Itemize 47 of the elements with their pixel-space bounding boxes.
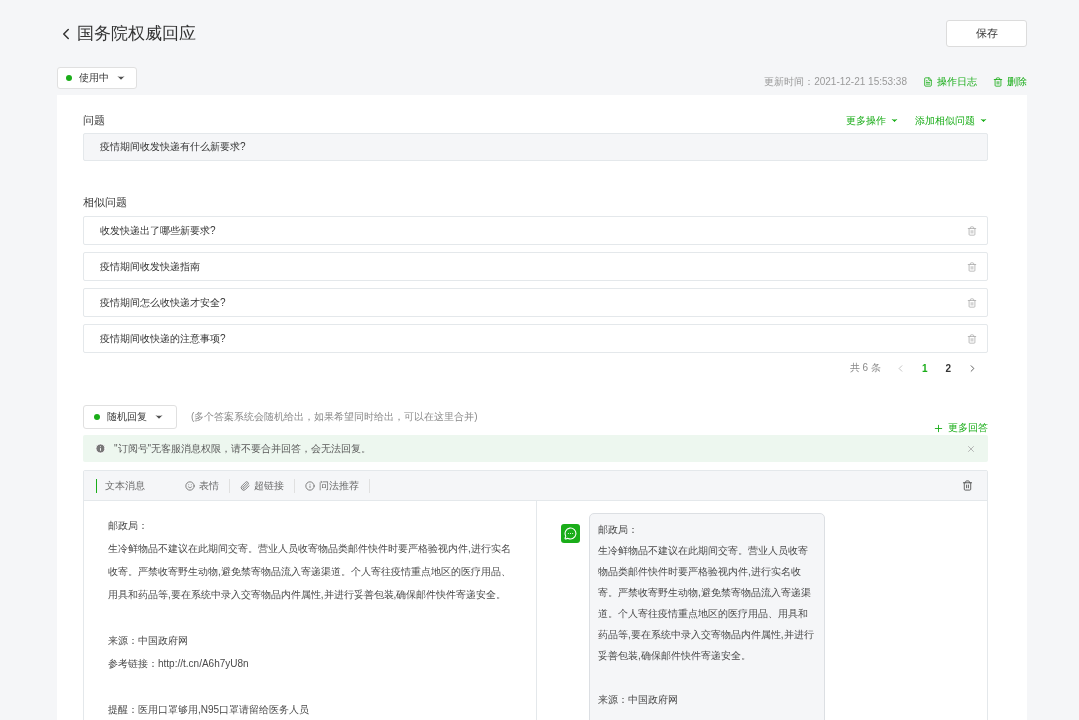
notice-text: "订阅号"无客服消息权限，请不要合并回答，会无法回复。 [114, 441, 373, 456]
toolbar-button[interactable]: 超链接 [230, 478, 295, 493]
message-text: 邮政局： [598, 523, 639, 537]
close-icon[interactable] [966, 443, 976, 454]
message-text: 提醒：医用口罩够用,N95口罩请留给医务人员 [108, 703, 311, 717]
reply-mode-dropdown[interactable]: 随机回复 [83, 405, 177, 429]
toolbar-button[interactable]: 问法推荐 [295, 478, 370, 493]
status-dropdown[interactable]: 使用中 [57, 67, 137, 89]
page-number[interactable]: 2 [943, 362, 953, 374]
similar-question-field[interactable]: 疫情期间收发快递指南 [83, 252, 988, 281]
total-count: 共 6 条 [849, 361, 881, 375]
save-button[interactable]: 保存 [946, 20, 1027, 47]
message-text: 邮政局： [108, 519, 149, 533]
similar-label: 相似问题 [83, 195, 128, 210]
similar-question-field[interactable]: 疫情期间怎么收快递才安全? [83, 288, 988, 317]
toolbar-button[interactable]: 表情 [175, 478, 230, 493]
delete-icon[interactable] [967, 225, 977, 236]
message-text: 生冷鲜物品不建议在此期间交寄。营业人员收寄物品类邮件快件时要严格验视内件,进行实名收寄。严禁收寄野生动物,避免禁寄物品流入寄递渠道。个人寄往疫情重点地区的医疗用品、用具和药品等,要在系统中录入交寄物品内件属性,并进行妥善包装,确保邮件快件寄递安全。 [108, 542, 512, 602]
caret-icon [116, 73, 126, 83]
message-editor[interactable]: 邮政局： 生冷鲜物品不建议在此期间交寄。营业人员收寄物品类邮件快件时要严格验视内件,进行实名收寄。严禁收寄野生动物,避免禁寄物品流入寄递渠道。个人寄往疫情重点地区的医疗用品、用具和药品等,要在系统中录入交寄物品内件属性,并进行妥善包装,确保邮件快件寄递安全。 来源：中国政府网 参考链接：http://t.cn/A6h7yU8n 提醒：医用口罩够用,N95口罩请留给医务人员 [84, 501, 537, 720]
trash-icon [993, 77, 1003, 87]
caret-icon [154, 412, 164, 422]
paperclip-icon [240, 480, 250, 491]
caret-icon [979, 116, 988, 125]
delete-icon[interactable] [967, 261, 977, 272]
similar-question-field[interactable]: 收发快递出了哪些新要求? [83, 216, 988, 245]
question-label: 问题 [83, 113, 105, 128]
plus-icon [933, 422, 944, 434]
chat-bubble-icon [561, 524, 580, 543]
question-field[interactable]: 疫情期间收发快递有什么新要求? [83, 133, 988, 161]
delete-icon[interactable] [967, 333, 977, 344]
text-message-tab[interactable]: 文本消息 [96, 478, 145, 493]
delete-icon[interactable] [967, 297, 977, 308]
reply-hint: (多个答案系统会随机给出，如果希望同时给出，可以在这里合并) [191, 410, 479, 424]
message-text: 来源：中国政府网 [108, 634, 189, 648]
info-icon [95, 443, 106, 454]
smiley-icon [185, 480, 195, 491]
document-icon [923, 77, 933, 87]
update-time: 更新时间：2021-12-21 15:53:38 [764, 75, 907, 89]
page-title: 国务院权威回应 [77, 23, 196, 45]
message-text: 来源：中国政府网 [598, 693, 679, 707]
message-text: 生冷鲜物品不建议在此期间交寄。营业人员收寄物品类邮件快件时要严格验视内件,进行实名收寄。严禁收寄野生动物,避免禁寄物品流入寄递渠道。个人寄往疫情重点地区的医疗用品、用具和药品等,要在系统中录入交寄物品内件属性,并进行妥善包装,确保邮件快件寄递安全。 [598, 544, 815, 663]
caret-icon [890, 116, 899, 125]
delete-icon[interactable] [962, 480, 973, 491]
similar-question-field[interactable]: 疫情期间收快递的注意事项? [83, 324, 988, 353]
info-icon [305, 480, 315, 491]
message-text: 参考链接：http://t.cn/A6h7yU8n [108, 657, 250, 671]
